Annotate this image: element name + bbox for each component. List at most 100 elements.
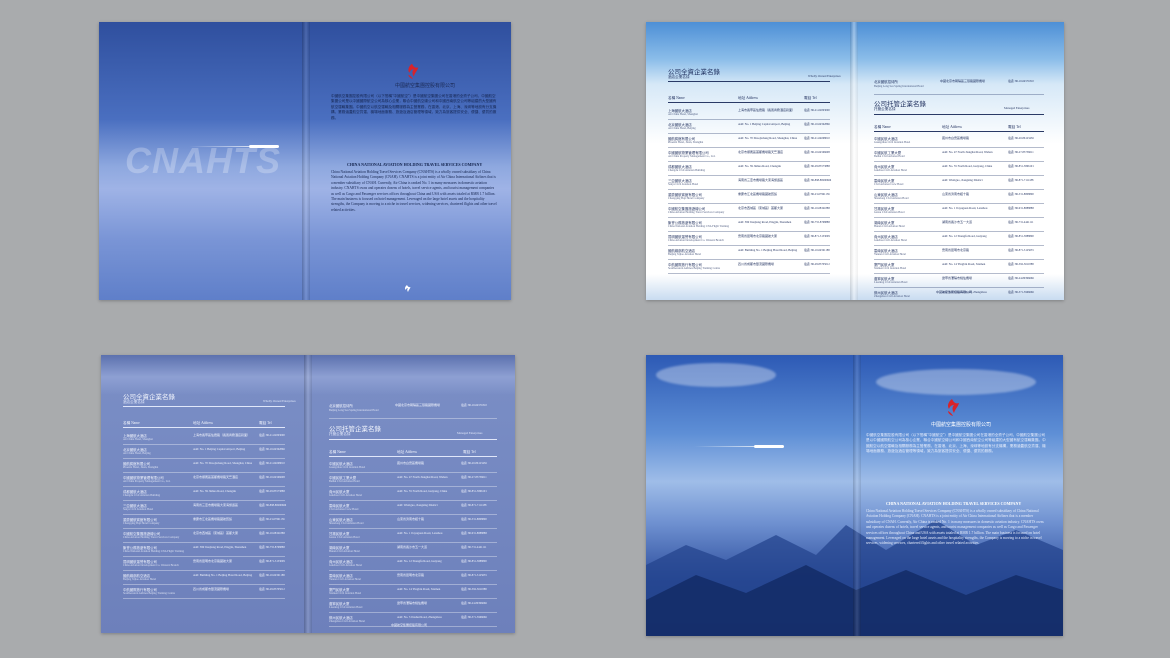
directory-row: 上海國航大酒店 Air China Hotel, Shanghai 上海市長寧區仙霞… bbox=[123, 431, 285, 445]
row-address: 廣州市白雲區機場路 bbox=[397, 461, 425, 465]
row-name-en: China Aviation Development Co. Western B… bbox=[123, 564, 179, 567]
row-tel: 電話: 86-10-68341888 bbox=[259, 532, 285, 535]
row-name-en: Sanya Civil Aviation Hotel bbox=[668, 183, 699, 186]
directory-row: 貴州民航大廈 Guizhou Civil Aviation Hotel Add: N… bbox=[329, 487, 497, 501]
column-tel: 電話 Tel bbox=[804, 96, 817, 100]
row-name-en: Gansu Civil Aviation Hotel bbox=[329, 536, 360, 539]
row-address: 遼寧省瀋陽市桃仙機場 bbox=[397, 601, 428, 605]
air-china-phoenix-logo bbox=[948, 399, 959, 416]
row-name-en: Chengdu Civil Aviation Building bbox=[123, 494, 161, 497]
row-tel: 電話: 86-871-7111188 bbox=[1008, 179, 1034, 182]
row-tel: 電話: 86-24-89396666 bbox=[1008, 277, 1034, 280]
row-name-en: Yunnan Civil Aviation Hotel bbox=[329, 578, 361, 581]
directory-row: 成都國航大酒店 Chengdu Civil Aviation Building Ad… bbox=[668, 162, 830, 176]
managed-directory-subtitle: 托管企業名錄 bbox=[874, 107, 896, 111]
row-address: Add: No. 55 North Road, Guiyang, China bbox=[942, 164, 993, 168]
row-tel: 電話: 86-23-67991156 bbox=[259, 518, 285, 521]
row-tel: 電話: 86-28-85705012 bbox=[259, 588, 285, 591]
row-tel: 電話: 86-10-64566608 bbox=[804, 151, 830, 154]
directory-row: 中國航空集團旅遊總公司 China Aviation Holding Travel… bbox=[123, 529, 285, 543]
row-tel: 電話: 86-755-8768888 bbox=[259, 546, 285, 549]
column-tel-2: 電話 Tel bbox=[1008, 125, 1021, 129]
row-name-en: Sanya Civil Aviation Hotel bbox=[123, 508, 154, 511]
row-address: Add: No. 1 Beijing Capital Airport, Beij… bbox=[738, 122, 791, 126]
row-address: Add: No. 47 North Jianghai Road, Wuhan bbox=[942, 150, 993, 154]
directory-row: 湖南民航大廈 Hunan Civil Aviation Hotel 湖南省長沙市五一… bbox=[874, 218, 1044, 232]
row-name-en: Xiamen Civil Aviation Hotel bbox=[329, 592, 362, 595]
row-tel: 電話: 86-871-3125655 bbox=[1008, 249, 1034, 252]
spread-spine bbox=[304, 355, 312, 633]
directory-row: 聚會公務旅遊有限公司 China National Aviation Holdin… bbox=[668, 218, 830, 232]
row-tel: 電話: 86-23-67991156 bbox=[804, 193, 830, 196]
directory-row: 貴州民航大廈 Guizhou Civil Aviation Hotel Add: N… bbox=[874, 162, 1044, 176]
row-address: Add: No. 1 Beijing Capital Airport, Beij… bbox=[193, 447, 246, 451]
directory-row: 成都國航大酒店 Chengdu Civil Aviation Building Ad… bbox=[123, 487, 285, 501]
managed-rule bbox=[329, 439, 497, 440]
directory-row-top: 北京國航招待所 Beijing Long Sea Spring Internat… bbox=[874, 77, 1044, 95]
row-tel: 電話: 86-27-85736611 bbox=[1008, 151, 1034, 154]
row-name-en: China Aviation Holding Travel Services C… bbox=[668, 211, 725, 214]
directory-row: 湖南民航大廈 Hunan Civil Aviation Hotel 湖南省長沙市五一… bbox=[329, 543, 497, 557]
managed-header-rule bbox=[874, 131, 1044, 132]
row-name-en: Liaoning Civil Aviation Hotel bbox=[874, 281, 908, 284]
directory-row: 中國航空集團旅遊總公司 China Aviation Holding Travel… bbox=[668, 204, 830, 218]
row-tel: 電話: 86-592-5611888 bbox=[1008, 263, 1034, 266]
directory-row: 雲南民航大酒店 Yunnan Civil Aviation Hotel 雲南省昆明市… bbox=[874, 246, 1044, 260]
row-tel: 電話: 86-10-64592866 bbox=[259, 448, 285, 451]
row-address: Add: No. 70 Zhaojiabang Road, Shanghai, … bbox=[738, 136, 798, 140]
directory-row: 廈門民航大廈 Xiamen Civil Aviation Hotel Add: No… bbox=[874, 260, 1044, 274]
row-address: Add: No. 12 Shengfu Road, Guiyang bbox=[397, 559, 442, 563]
row-tel: 電話: 86-531-8808800 bbox=[1008, 193, 1034, 196]
directory-row: 上海國航大酒店 Air China Hotel, Shanghai 上海市長寧區仙霞… bbox=[668, 106, 830, 120]
column-address-2: 地址 Address bbox=[942, 125, 962, 129]
row-address: Add: No. 14 Yingbin Road, Xiamen bbox=[942, 262, 986, 266]
row-tel: 電話: 86-871-7111188 bbox=[461, 504, 487, 507]
row-address: 山東省濟南市經十路 bbox=[942, 192, 970, 196]
row-name-en: Shandong Civil Aviation Hotel bbox=[874, 197, 909, 200]
row-address: Add: Building No. 1 Beijing Hotel Road, … bbox=[193, 573, 253, 577]
column-address: 地址 Address bbox=[193, 421, 213, 425]
row-name-en: Beihai Civil Aviation Hotel bbox=[329, 480, 360, 483]
company-title-cn: 中國航空集團控股有限公司 bbox=[395, 83, 456, 89]
directory-rule bbox=[123, 406, 285, 407]
row-name-en: Beijing Long Sea Spring International Ho… bbox=[874, 85, 924, 88]
row-name-en: Air China Hotel, Beijing bbox=[123, 452, 151, 455]
directory-row: 重慶國航賓館有限公司 Chongqing Boji Hotel Company 重慶… bbox=[668, 190, 830, 204]
page-footer: 中國航空集團控股有限公司 bbox=[391, 623, 428, 627]
row-name-en: China National Aviation Holding CNA Flig… bbox=[123, 550, 185, 553]
row-tel: 電話: 86-28-85573888 bbox=[804, 165, 830, 168]
row-address: 北京市順義區首都機場路天竺酒店 bbox=[193, 475, 239, 479]
managed-header-rule bbox=[329, 456, 497, 457]
row-name-en: Phoenix Hotel, Jinan, Shanghai bbox=[668, 141, 704, 144]
row-name-en: Air China Hotel, Shanghai bbox=[123, 438, 153, 441]
row-name-en: Guizhou Civil Aviation Hotel bbox=[874, 239, 907, 242]
column-tel: 電話 Tel bbox=[259, 421, 272, 425]
directory-row: 國航賓館有限公司 Phoenix Hotel, Jinan, Shanghai Ad… bbox=[123, 459, 285, 473]
directory-tag-en: Wholly Owned Enterprises bbox=[808, 74, 841, 78]
row-tel: 電話: 86-755-8768888 bbox=[804, 221, 830, 224]
small-phoenix-logo bbox=[405, 285, 411, 292]
company-title-cn: 中國航空集團控股有限公司 bbox=[931, 422, 992, 428]
row-name-en: Chengdu Civil Aviation Building bbox=[668, 169, 706, 172]
directory-row: 昆明國航運營有限公司 China Aviation Development Co.… bbox=[668, 232, 830, 246]
row-address: Add: No. 55 North Road, Guiyang, China bbox=[397, 489, 448, 493]
directory-row: 中航國際旅行有限公司 Southwestern Airlines Beijing … bbox=[668, 260, 830, 274]
row-address: Add: No. 47 North Jianghai Road, Wuhan bbox=[397, 475, 448, 479]
row-tel: 電話: 86-931-8888888 bbox=[461, 532, 487, 535]
directory-row: 國航總部航空酒店 Beijing Xijiao Aviation Hotel Add… bbox=[668, 246, 830, 260]
row-address: 海南省三亞市機場路大東海旅遊區 bbox=[193, 503, 239, 507]
directory-row: 甘肅民航大廈 Gansu Civil Aviation Hotel Add: No.… bbox=[874, 204, 1044, 218]
row-address: Add: No. 3 Jinshui Road, Zhengzhou bbox=[397, 615, 442, 619]
row-name-en: Chongqing Boji Hotel Company bbox=[668, 197, 705, 200]
row-address: 中國北京市朝陽區三環路國際機場 bbox=[940, 79, 986, 83]
header-rule bbox=[668, 102, 830, 103]
managed-tag-en: Managed Enterprises bbox=[457, 431, 483, 435]
row-name-en: China Aviation Development Co. Western B… bbox=[668, 239, 724, 242]
directory-row: 聚會公務旅遊有限公司 China National Aviation Holdin… bbox=[123, 543, 285, 557]
row-name-en: Guizhou Civil Aviation Hotel bbox=[329, 494, 362, 497]
directory-row: 國航賓館有限公司 Phoenix Hotel, Jinan, Shanghai Ad… bbox=[668, 134, 830, 148]
row-address: 北京市順義區首都機場路天竺酒店 bbox=[738, 150, 784, 154]
row-name-en: Air China Hotel, Shanghai bbox=[668, 113, 698, 116]
row-tel: 電話: 86-931-8888888 bbox=[1008, 207, 1034, 210]
column-name: 名稱 Name bbox=[123, 421, 140, 425]
